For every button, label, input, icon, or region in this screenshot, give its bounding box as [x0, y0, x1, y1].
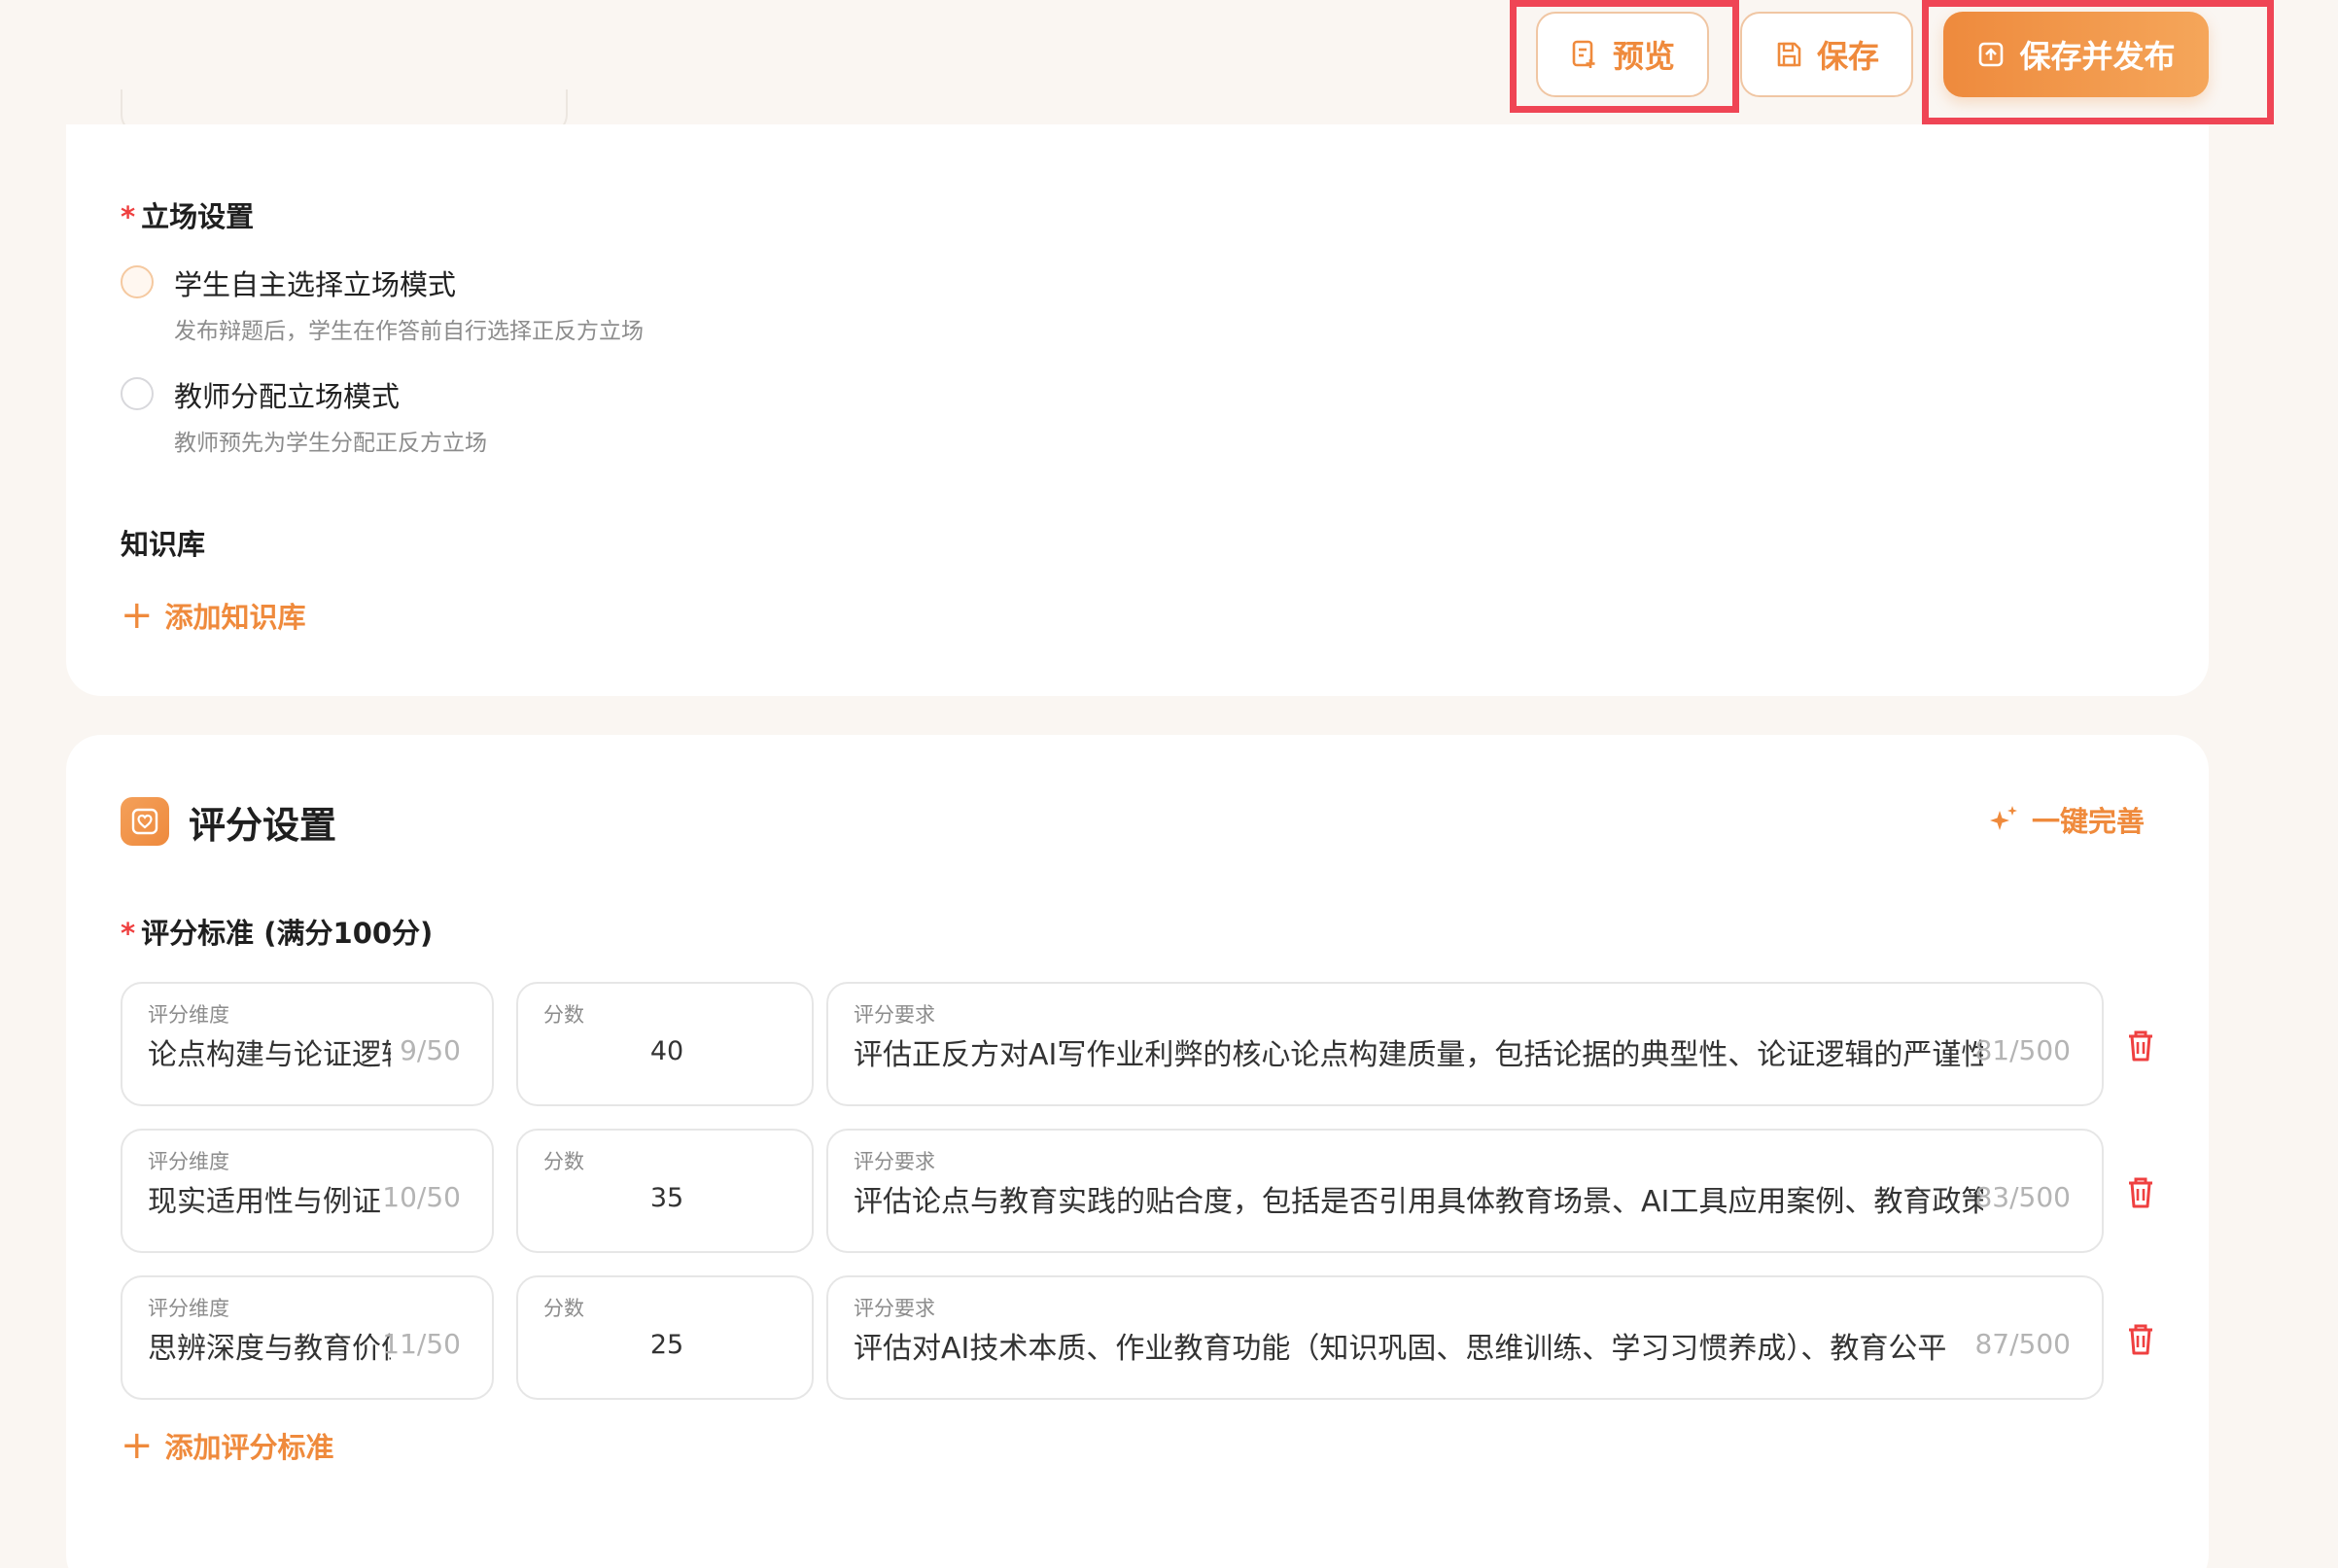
score-field-label: 分数 — [543, 1003, 584, 1027]
score-value: 40 — [649, 1036, 684, 1066]
radio-student-choice-label[interactable]: 学生自主选择立场模式 — [174, 262, 456, 303]
score-value: 25 — [649, 1330, 684, 1360]
add-knowledge-base-link[interactable]: + 添加知识库 — [121, 595, 306, 636]
dimension-char-count: 10/50 — [382, 1181, 461, 1213]
dimension-value: 论点构建与论证逻辑 — [148, 1038, 391, 1072]
stance-settings-title: 立场设置 — [141, 200, 255, 233]
dimension-field-label: 评分维度 — [148, 1297, 229, 1320]
add-scoring-criteria-label: 添加评分标准 — [164, 1431, 334, 1464]
required-mark: * — [121, 917, 136, 950]
add-scoring-criteria-link[interactable]: + 添加评分标准 — [121, 1425, 334, 1466]
score-field-label: 分数 — [543, 1150, 584, 1173]
radio-student-choice-desc: 发布辩题后，学生在作答前自行选择正反方立场 — [174, 319, 644, 344]
scoring-section-icon — [121, 797, 169, 846]
criteria-title: 评分标准 (满分100分) — [141, 917, 434, 950]
preview-button[interactable]: 预览 — [1536, 12, 1709, 97]
trash-icon[interactable] — [2125, 1322, 2156, 1357]
dimension-field[interactable]: 评分维度 现实适用性与例证 10/50 — [121, 1129, 494, 1253]
save-icon — [1777, 42, 1801, 67]
requirement-field-label: 评分要求 — [854, 1003, 935, 1027]
requirement-char-count: 81/500 — [1974, 1034, 2071, 1066]
score-field[interactable]: 分数 35 — [516, 1129, 814, 1253]
criteria-label: * 评分标准 (满分100分) — [121, 911, 433, 952]
requirement-value: 评估论点与教育实践的贴合度，包括是否引用具体教育场景、AI工具应用案例、教育政策 — [854, 1185, 1983, 1219]
plus-icon: + — [121, 593, 154, 638]
dimension-field-label: 评分维度 — [148, 1150, 229, 1173]
dimension-char-count: 9/50 — [400, 1034, 461, 1066]
dimension-field[interactable]: 评分维度 论点构建与论证逻辑 9/50 — [121, 982, 494, 1106]
trash-icon[interactable] — [2125, 1028, 2156, 1063]
radio-student-choice[interactable] — [121, 265, 154, 298]
requirement-field[interactable]: 评分要求 评估论点与教育实践的贴合度，包括是否引用具体教育场景、AI工具应用案例… — [826, 1129, 2104, 1253]
top-toolbar: 预览 保存 保存并发布 — [0, 0, 2338, 134]
dimension-value: 现实适用性与例证 — [148, 1185, 381, 1219]
publish-label: 保存并发布 — [2019, 38, 2176, 75]
requirement-field[interactable]: 评分要求 评估对AI技术本质、作业教育功能（知识巩固、思维训练、学习习惯养成）、… — [826, 1275, 2104, 1400]
radio-teacher-assign-desc: 教师预先为学生分配正反方立场 — [174, 431, 487, 456]
save-label: 保存 — [1816, 38, 1879, 75]
requirement-char-count: 87/500 — [1974, 1328, 2071, 1360]
dimension-char-count: 11/50 — [382, 1328, 461, 1360]
requirement-value: 评估正反方对AI写作业利弊的核心论点构建质量，包括论据的典型性、论证逻辑的严谨性 — [854, 1038, 1983, 1072]
trash-icon[interactable] — [2125, 1175, 2156, 1210]
save-button[interactable]: 保存 — [1740, 12, 1913, 97]
plus-icon: + — [121, 1423, 154, 1468]
requirement-value: 评估对AI技术本质、作业教育功能（知识巩固、思维训练、学习习惯养成）、教育公平 — [854, 1332, 1947, 1366]
score-field-label: 分数 — [543, 1297, 584, 1320]
requirement-char-count: 83/500 — [1974, 1181, 2071, 1213]
requirement-field-label: 评分要求 — [854, 1297, 935, 1320]
preview-label: 预览 — [1612, 38, 1675, 75]
dimension-value: 思辨深度与教育价值 — [148, 1332, 391, 1366]
sparkle-icon — [1990, 806, 2017, 830]
dimension-field-label: 评分维度 — [148, 1003, 229, 1027]
requirement-field[interactable]: 评分要求 评估正反方对AI写作业利弊的核心论点构建质量，包括论据的典型性、论证逻… — [826, 982, 2104, 1106]
one-click-complete-label: 一键完善 — [2032, 805, 2146, 838]
scoring-section-title: 评分设置 — [189, 804, 337, 847]
score-field[interactable]: 分数 25 — [516, 1275, 814, 1400]
heart-badge-icon — [131, 808, 158, 835]
add-knowledge-base-label: 添加知识库 — [164, 601, 306, 634]
publish-icon — [1979, 42, 2004, 67]
one-click-complete-button[interactable]: 一键完善 — [1987, 799, 2145, 840]
preview-icon — [1572, 40, 1595, 68]
stance-settings-label: * 立场设置 — [121, 194, 254, 235]
save-and-publish-button[interactable]: 保存并发布 — [1943, 12, 2209, 97]
required-mark: * — [121, 200, 136, 233]
radio-teacher-assign-label[interactable]: 教师分配立场模式 — [174, 374, 400, 415]
score-field[interactable]: 分数 40 — [516, 982, 814, 1106]
knowledge-base-title: 知识库 — [121, 528, 206, 561]
radio-teacher-assign[interactable] — [121, 377, 154, 410]
score-value: 35 — [649, 1183, 684, 1213]
dimension-field[interactable]: 评分维度 思辨深度与教育价值 11/50 — [121, 1275, 494, 1400]
requirement-field-label: 评分要求 — [854, 1150, 935, 1173]
